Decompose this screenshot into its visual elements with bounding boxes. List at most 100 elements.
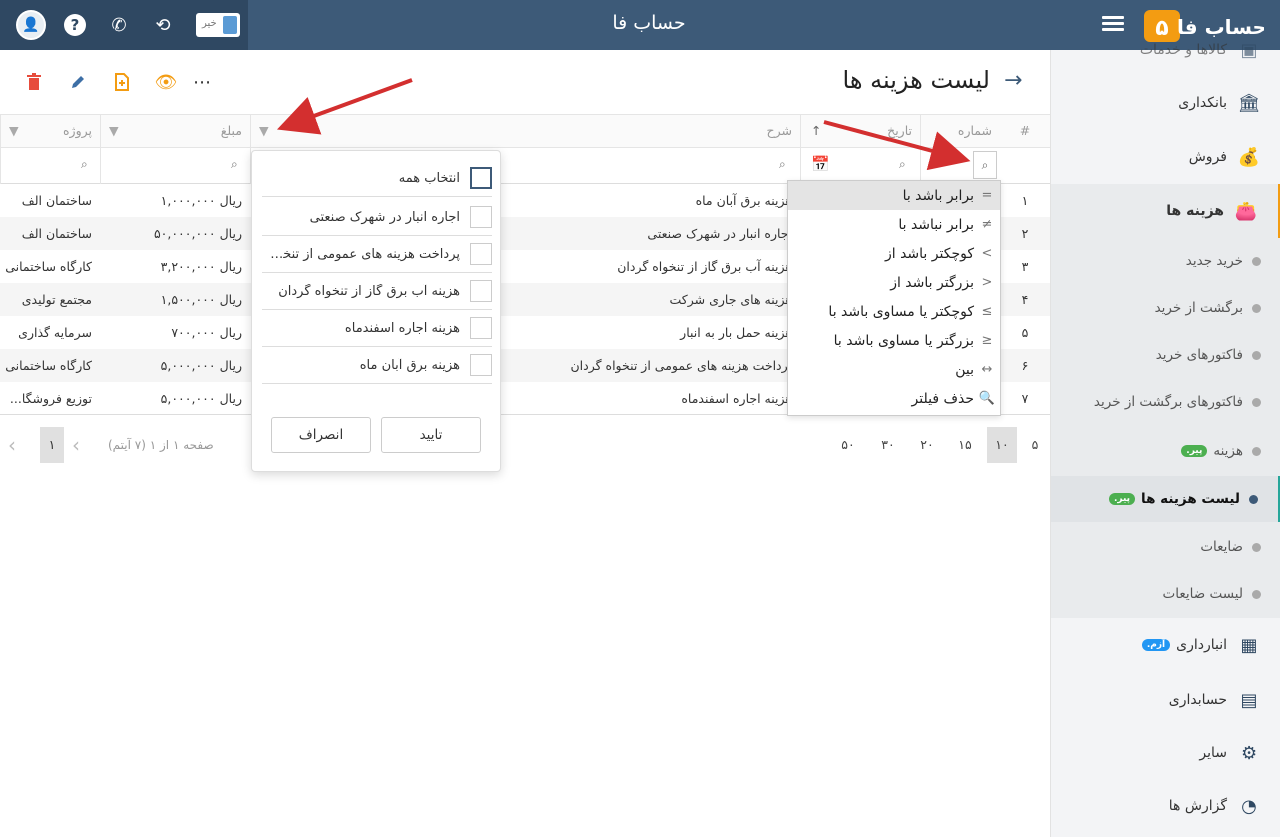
search-icon[interactable]: ⌕ [973, 151, 997, 179]
page-size-15[interactable]: ۱۵ [950, 427, 980, 463]
sidebar-item-banking[interactable]: 🏛 بانکداری [1051, 83, 1280, 123]
sidebar-sub-expense-list[interactable]: لیست هزینه ها پیر. [1051, 476, 1280, 522]
cell-index: ۲ [1021, 226, 1029, 241]
sidebar-item-products[interactable]: ▣ کالاها و خدمات [1051, 32, 1280, 68]
cell-index: ۴ [1021, 292, 1029, 307]
page-size-30[interactable]: ۳۰ [873, 427, 903, 463]
back-arrow-icon[interactable]: → [1004, 68, 1022, 93]
operator-not-equals[interactable]: ≠ برابر نباشد با [788, 210, 1000, 239]
operator-equals[interactable]: = برابر باشد با [788, 181, 1000, 210]
operator-label: کوچکتر یا مساوی باشد با [828, 303, 974, 320]
sidebar-item-reports[interactable]: ◔ گزارش ها [1051, 786, 1280, 826]
sidebar-item-warehouse[interactable]: ▦ انبارداری آزم. [1051, 625, 1280, 665]
cancel-button[interactable]: انصراف [271, 417, 371, 453]
filter-funnel-icon[interactable]: ▼ [109, 115, 119, 147]
filter-funnel-icon[interactable]: ▼ [9, 115, 19, 147]
option-checkbox[interactable] [470, 243, 492, 265]
operator-less-or-equal[interactable]: ≥ کوچکتر یا مساوی باشد با [788, 297, 1000, 326]
page-size-20[interactable]: ۲۰ [912, 427, 942, 463]
select-all-checkbox[interactable] [470, 167, 492, 189]
filter-funnel-icon[interactable]: ▼ [259, 115, 269, 147]
sidebar-item-sales[interactable]: 💰 فروش [1051, 137, 1280, 177]
option-label: هزینه آب برق گاز از تنخواه گردان [278, 283, 460, 299]
column-header-label: شرح [766, 123, 792, 138]
sidebar-item-other[interactable]: ⚙ سایر [1051, 733, 1280, 773]
operator-less-than[interactable]: > کوچکتر باشد از [788, 239, 1000, 268]
filter-cell-project[interactable]: ⌕ [0, 148, 100, 184]
filter-option[interactable]: اجاره انبار در شهرک صنعتی [262, 199, 492, 236]
wallet-icon: 👛 [1234, 200, 1258, 222]
operator-between[interactable]: ↔ بین [788, 355, 1000, 384]
less-than-icon: > [981, 246, 993, 261]
add-file-icon[interactable] [110, 70, 134, 94]
option-checkbox[interactable] [470, 354, 492, 376]
option-checkbox[interactable] [470, 206, 492, 228]
sidebar-sub-waste[interactable]: ضایعات [1051, 527, 1280, 567]
sidebar-sub-purchase-invoices[interactable]: فاکتورهای خرید [1051, 335, 1280, 375]
chevron-right-icon[interactable]: ‹ [8, 427, 16, 463]
status-badge: آزم. [1141, 639, 1171, 651]
column-header-label: مبلغ [220, 123, 242, 138]
sidebar-sub-waste-list[interactable]: لیست ضایعات [1051, 574, 1280, 614]
operator-label: برابر باشد با [902, 187, 974, 204]
less-or-equal-icon: ≥ [981, 304, 993, 319]
operator-greater-than[interactable]: < بزرگتر باشد از [788, 268, 1000, 297]
sidebar-item-label: هزینه ها [1166, 203, 1224, 219]
status-badge: پیر. [1181, 445, 1208, 457]
filter-option[interactable]: پرداخت هزینه های عمومی از تنخواه گردان [262, 236, 492, 273]
sidebar-sub-return-invoices[interactable]: فاکتورهای برگشت از خرید [1051, 382, 1280, 422]
bullet-icon [1252, 350, 1261, 360]
toggle-switch[interactable]: خیر [196, 13, 240, 37]
sort-asc-icon[interactable]: ↑ [811, 115, 821, 147]
sidebar-sub-label: لیست هزینه ها [1141, 491, 1240, 507]
operator-greater-or-equal[interactable]: ≤ بزرگتر یا مساوی باشد با [788, 326, 1000, 355]
sidebar-item-expenses[interactable]: 👛 هزینه ها [1051, 184, 1280, 238]
operator-label: حذف فیلتر [911, 390, 974, 407]
option-checkbox[interactable] [470, 317, 492, 339]
sidebar-sub-new-purchase[interactable]: خرید جدید [1051, 241, 1280, 281]
search-icon: ⌕ [779, 157, 786, 171]
sidebar-item-label: کالاها و خدمات [1139, 42, 1227, 58]
sidebar-item-accounting[interactable]: ▤ حسابداری [1051, 680, 1280, 720]
confirm-button[interactable]: تایید [381, 417, 481, 453]
filter-cell-number[interactable]: ⌕ [920, 148, 1000, 184]
search-icon: ⌕ [231, 157, 238, 171]
help-icon[interactable]: ? [60, 10, 90, 40]
column-header-project[interactable]: پروژه ▼ [0, 115, 100, 149]
column-header-description[interactable]: شرح ▼ [250, 115, 800, 149]
sync-icon[interactable]: ⟲ [148, 10, 178, 40]
page-size-50[interactable]: ۵۰ [833, 427, 863, 463]
sidebar-sub-purchase-return[interactable]: برگشت از خرید [1051, 288, 1280, 328]
select-all-option[interactable]: انتخاب همه [262, 160, 492, 197]
phone-icon[interactable]: ✆ [104, 10, 134, 40]
cell-amount: ریال ۱,۵۰۰,۰۰۰ [160, 292, 242, 307]
sidebar-item-label: انبارداری [1176, 637, 1227, 653]
column-header-amount[interactable]: مبلغ ▼ [100, 115, 250, 149]
box-icon: ▣ [1240, 39, 1258, 61]
current-page[interactable]: ۱ [40, 427, 64, 463]
sidebar-sub-expense[interactable]: هزینه پیر. [1051, 431, 1280, 471]
filter-option[interactable]: هزینه برق آبان ماه [262, 347, 492, 384]
filter-option[interactable]: هزینه آب برق گاز از تنخواه گردان [262, 273, 492, 310]
filter-option[interactable]: هزینه اجاره اسفندماه [262, 310, 492, 347]
search-icon: ⌕ [899, 157, 906, 171]
filter-cell-amount[interactable]: ⌕ [100, 148, 250, 184]
bullet-icon [1249, 494, 1258, 504]
option-checkbox[interactable] [470, 280, 492, 302]
column-header-date[interactable]: تاریخ ↑ [800, 115, 920, 149]
chevron-left-icon[interactable]: ‹ [72, 427, 80, 463]
view-icon[interactable]: 👁 [154, 70, 178, 94]
delete-icon[interactable] [22, 70, 46, 94]
column-header-number[interactable]: شماره [920, 115, 1000, 149]
page-size-5[interactable]: ۵ [1020, 427, 1050, 463]
bullet-icon [1252, 542, 1261, 552]
calendar-icon[interactable]: 📅 [811, 155, 830, 173]
sidebar: ▣ کالاها و خدمات 🏛 بانکداری 💰 فروش 👛 هزی… [1050, 40, 1280, 837]
filter-cell-date[interactable]: 📅 ⌕ [800, 148, 920, 184]
edit-icon[interactable] [66, 70, 90, 94]
more-options-icon[interactable]: ⋯ [190, 70, 214, 94]
page-size-10[interactable]: ۱۰ [987, 427, 1017, 463]
bullet-icon [1252, 303, 1261, 313]
operator-clear-filter[interactable]: 🔍 حذف فیلتر [788, 384, 1000, 413]
user-avatar-icon[interactable]: 👤 [16, 10, 46, 40]
